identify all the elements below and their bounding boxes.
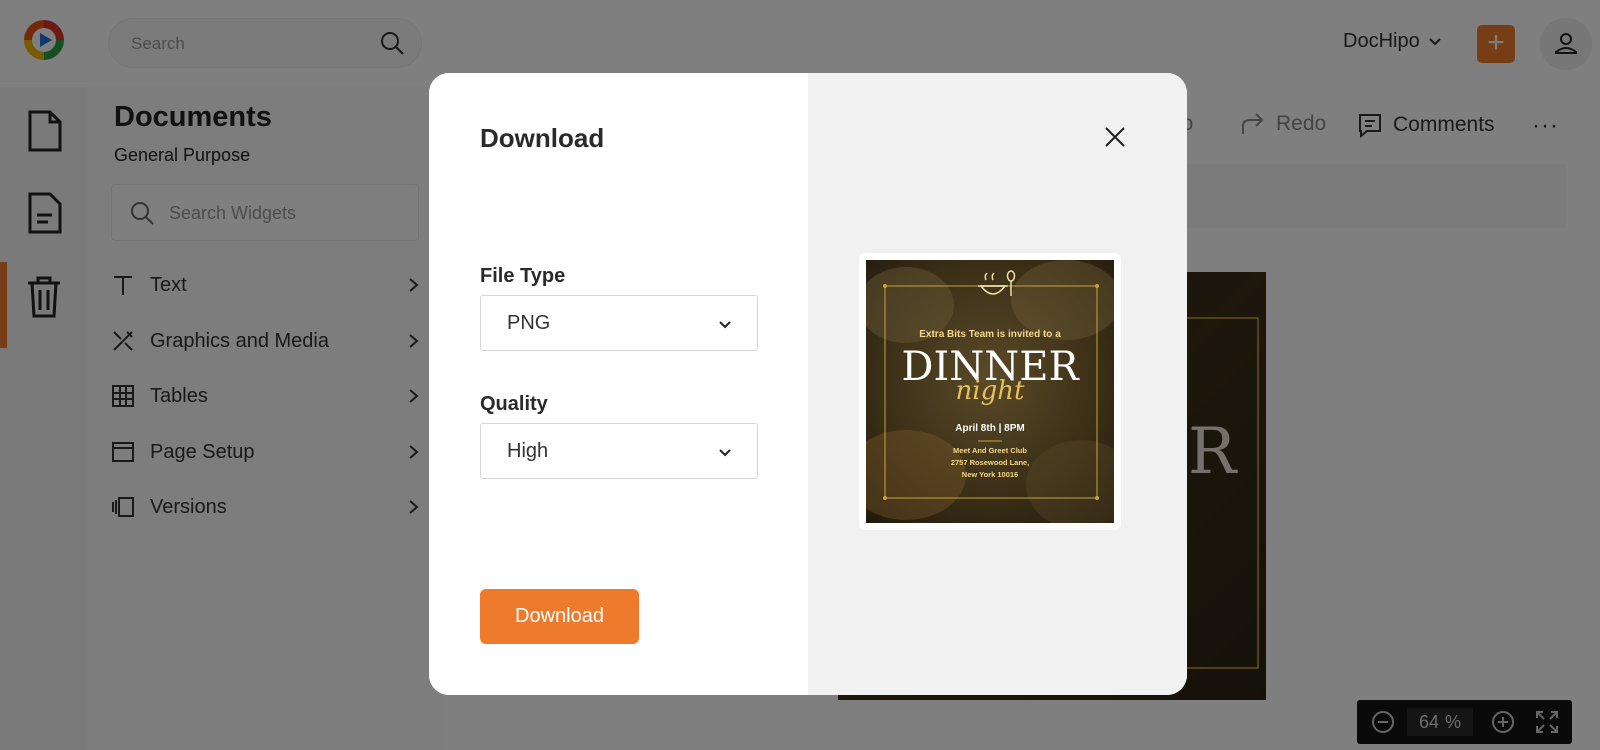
- quality-label: Quality: [480, 393, 548, 415]
- dinner-invite-preview: Extra Bits Team is invited to a DINNER n…: [866, 260, 1114, 523]
- file-type-value: PNG: [507, 312, 551, 334]
- design-preview: Extra Bits Team is invited to a DINNER n…: [859, 253, 1121, 530]
- file-type-label: File Type: [480, 265, 566, 287]
- download-options-pane: Download File Type PNG Quality High Down…: [429, 73, 808, 695]
- invite-date: April 8th | 8PM: [955, 423, 1024, 434]
- venue-line-1: Meet And Greet Club: [953, 446, 1027, 455]
- close-icon[interactable]: [1102, 124, 1128, 150]
- quality-value: High: [507, 440, 549, 462]
- download-button[interactable]: Download: [480, 589, 639, 644]
- file-type-select[interactable]: PNG: [480, 295, 758, 351]
- dialog-title: Download: [480, 123, 605, 153]
- venue-line-2: 2757 Rosewood Lane,: [951, 458, 1029, 467]
- download-dialog: Download File Type PNG Quality High Down…: [429, 73, 1187, 695]
- invite-line: Extra Bits Team is invited to a: [919, 329, 1061, 340]
- quality-select[interactable]: High: [480, 423, 758, 479]
- invite-script: night: [956, 376, 1025, 406]
- chevron-down-icon: [719, 449, 731, 457]
- chevron-down-icon: [719, 321, 731, 329]
- venue-line-3: New York 10016: [962, 470, 1018, 479]
